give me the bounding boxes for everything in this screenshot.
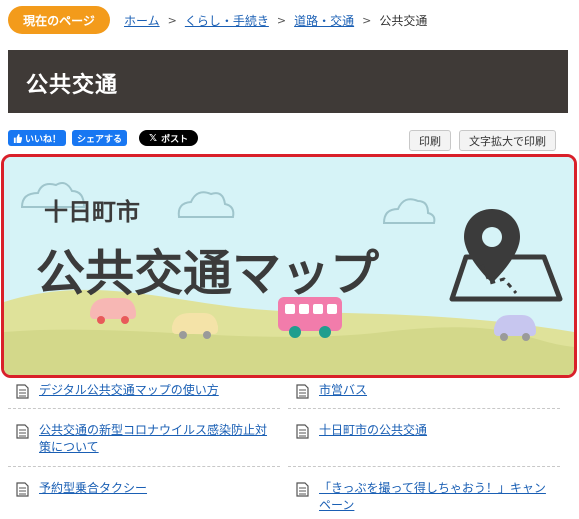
breadcrumb-separator: > — [276, 13, 287, 27]
page-title-bar: 公共交通 — [8, 50, 568, 113]
print-tools: 印刷 文字拡大で印刷 — [409, 130, 556, 151]
document-icon — [16, 384, 29, 399]
link-row: 公共交通の新型コロナウイルス感染防止対策について 十日町市の公共交通 — [8, 409, 568, 467]
divider — [8, 408, 280, 409]
facebook-like-button[interactable]: いいね！ — [8, 130, 67, 146]
banner-illustration: 十日町市 公共交通マップ — [4, 157, 574, 375]
breadcrumb-separator: > — [362, 13, 372, 27]
breadcrumb-separator: > — [167, 13, 177, 27]
print-button[interactable]: 印刷 — [409, 130, 451, 151]
document-icon — [16, 482, 29, 497]
document-icon — [296, 384, 309, 399]
link-row: デジタル公共交通マップの使い方 市営バス — [8, 380, 568, 409]
current-page-badge: 現在のページ — [8, 6, 110, 34]
list-item: 「きっぷを撮って得しちゃおう！」キャンペーン — [288, 480, 560, 519]
link-tokamachi-transit[interactable]: 十日町市の公共交通 — [319, 422, 427, 438]
page-title: 公共交通 — [26, 73, 119, 98]
breadcrumb: 現在のページ ホーム > くらし・手続き > 道路・交通 > 公共交通 — [8, 6, 427, 34]
list-item: 予約型乗合タクシー — [8, 480, 280, 519]
list-item: デジタル公共交通マップの使い方 — [8, 382, 280, 409]
breadcrumb-roads-link[interactable]: 道路・交通 — [294, 12, 354, 29]
list-item: 公共交通の新型コロナウイルス感染防止対策について — [8, 422, 280, 467]
list-item: 十日町市の公共交通 — [288, 422, 560, 467]
transit-map-banner[interactable]: 十日町市 公共交通マップ — [1, 154, 577, 378]
divider — [8, 466, 280, 467]
like-label: いいね！ — [25, 134, 62, 145]
link-covid-measures[interactable]: 公共交通の新型コロナウイルス感染防止対策について — [39, 422, 272, 456]
breadcrumb-living-link[interactable]: くらし・手続き — [185, 12, 269, 29]
related-links: デジタル公共交通マップの使い方 市営バス 公共交通の新型コロナウイルス感染防止対… — [8, 380, 568, 519]
link-city-bus[interactable]: 市営バス — [319, 382, 367, 398]
link-digital-map-usage[interactable]: デジタル公共交通マップの使い方 — [39, 382, 219, 398]
breadcrumb-home-link[interactable]: ホーム — [124, 12, 160, 29]
document-icon — [296, 424, 309, 439]
document-icon — [16, 424, 29, 439]
share-label: シェアする — [77, 134, 123, 145]
thumbs-up-icon — [13, 133, 22, 143]
x-post-button[interactable]: 𝕏 ポスト — [139, 130, 199, 146]
large-print-button[interactable]: 文字拡大で印刷 — [459, 130, 556, 151]
divider — [288, 408, 560, 409]
banner-subtitle: 十日町市 — [44, 198, 140, 226]
link-row: 予約型乗合タクシー 「きっぷを撮って得しちゃおう！」キャンペーン — [8, 467, 568, 519]
link-ticket-campaign[interactable]: 「きっぷを撮って得しちゃおう！」キャンペーン — [319, 480, 552, 514]
link-shared-taxi[interactable]: 予約型乗合タクシー — [39, 480, 147, 496]
breadcrumb-trail: ホーム > くらし・手続き > 道路・交通 > 公共交通 — [124, 12, 427, 29]
facebook-share-button[interactable]: シェアする — [72, 130, 128, 146]
breadcrumb-current: 公共交通 — [379, 13, 428, 28]
post-label: ポスト — [161, 134, 189, 145]
social-buttons: いいね！ シェアする 𝕏 ポスト — [8, 130, 199, 146]
banner-title: 公共交通マップ — [36, 245, 379, 302]
document-icon — [296, 482, 309, 497]
x-logo-icon: 𝕏 — [149, 132, 158, 144]
divider — [288, 466, 560, 467]
list-item: 市営バス — [288, 382, 560, 409]
